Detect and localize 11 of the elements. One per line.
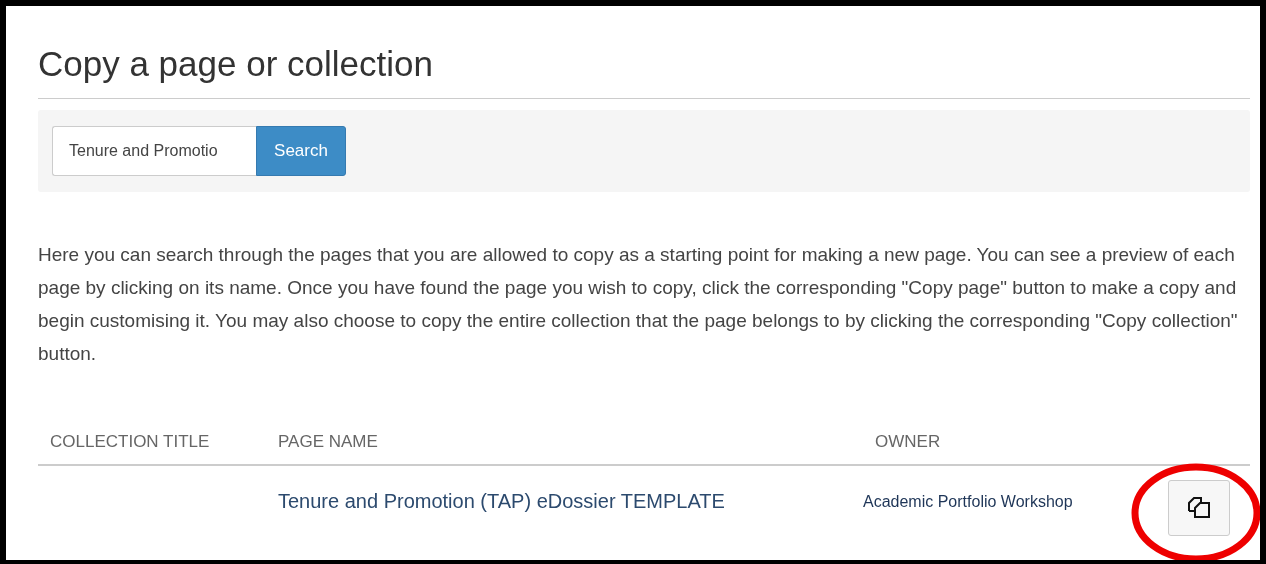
copy-button[interactable] bbox=[1168, 480, 1230, 536]
search-button[interactable]: Search bbox=[256, 126, 346, 176]
owner-link[interactable]: Academic Portfolio Workshop bbox=[863, 492, 1073, 510]
column-header: OWNER bbox=[874, 432, 942, 452]
column-header: PAGE NAME bbox=[278, 432, 379, 452]
copy-icon bbox=[1185, 495, 1213, 521]
page-link[interactable]: Tenure and Promotion (TAP) eDossier TEMPLATE bbox=[278, 489, 725, 512]
column-header: COLLECTION TITLE bbox=[49, 432, 211, 452]
page-title: Copy a page or collection bbox=[38, 6, 1250, 99]
description-text: Here you can search through the pages that you are allowed to copy as a starting point for making a new page. You can see a preview of each page by clicking on its name. Once you have found the page you wish to copy, click the corresponding "Copy page" button to make a copy and begin customising it. You may also choose to copy the entire collection that the page belongs to by clicking the corresponding "Copy collection" button. bbox=[38, 243, 1239, 366]
search-field[interactable]: Tenure and Promotio bbox=[52, 126, 256, 176]
